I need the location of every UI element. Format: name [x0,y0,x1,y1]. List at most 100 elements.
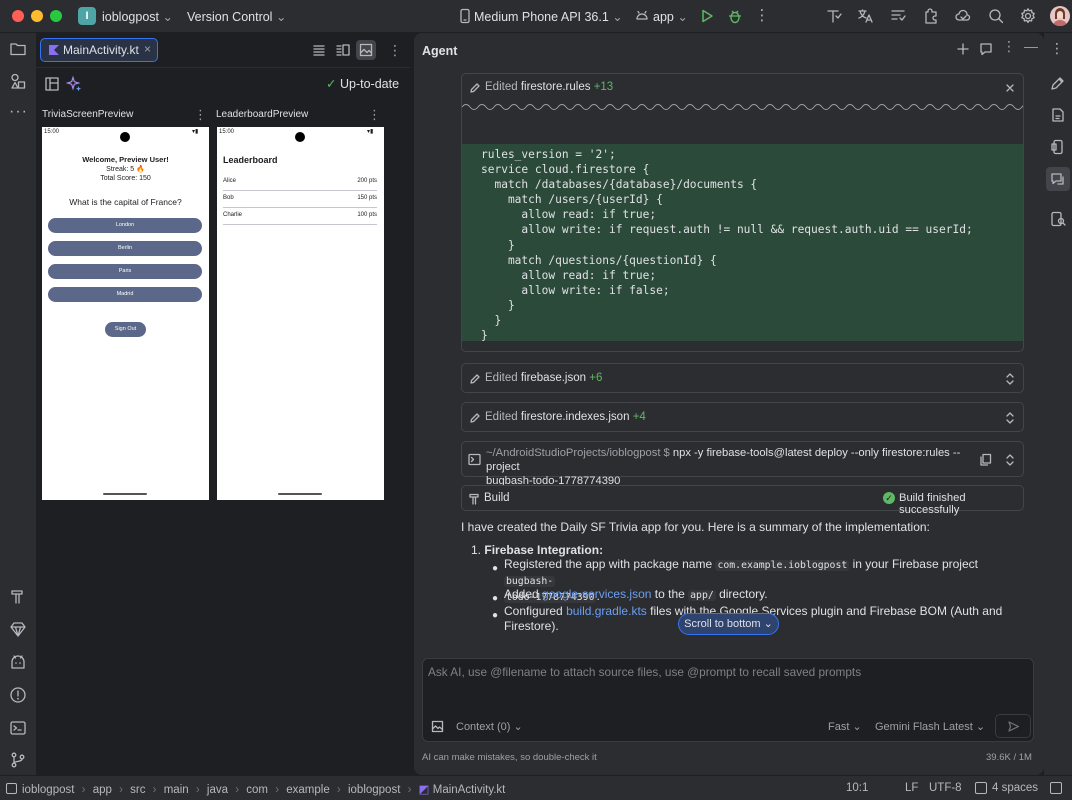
minimize-window-button[interactable] [31,10,43,22]
collapse-icon[interactable] [1003,81,1017,95]
trivia-screen-preview[interactable]: 15:00 ▾▮ Welcome, Preview User! Streak: … [42,127,209,500]
git-branch-icon[interactable] [9,751,27,769]
debug-button[interactable] [726,7,744,25]
ai-sparkle-icon[interactable] [66,76,82,92]
more-actions-icon[interactable]: ⋮ [753,7,771,25]
edited-file-card-firebase-json[interactable]: Edited firebase.json +6 [461,363,1024,393]
code-line: allow read: if true; [481,268,657,282]
run-config-selector[interactable]: app ⌄ [653,9,688,24]
breadcrumb-item[interactable]: com [246,784,268,796]
project-folder-icon[interactable] [9,40,27,58]
pencil-icon [470,374,480,384]
attach-image-icon[interactable] [431,720,444,733]
more-tools-icon[interactable]: ··· [9,103,28,121]
expand-icon[interactable] [1003,411,1017,425]
send-button[interactable] [995,714,1031,738]
tab-mainactivity[interactable]: MainActivity.kt × [40,38,158,62]
gemini-chat-icon[interactable] [1050,75,1066,91]
gradle-sync-icon[interactable] [825,7,843,25]
android-robot-icon[interactable] [9,653,27,671]
indent-setting[interactable]: 4 spaces [992,782,1038,794]
scroll-to-bottom-button[interactable]: Scroll to bottom ⌄ [678,613,779,635]
minimize-panel-icon[interactable]: — [1024,38,1038,54]
context-selector[interactable]: Context (0) ⌄ [456,720,523,733]
lock-file-icon[interactable] [1050,782,1062,794]
build-hammer-icon[interactable] [9,587,27,605]
search-icon[interactable] [987,7,1005,25]
prompt-input[interactable]: Ask AI, use @filename to attach source f… [428,665,861,679]
plugin-icon[interactable] [922,7,940,25]
option-button-madrid[interactable]: Madrid [48,287,202,302]
maximize-window-button[interactable] [50,10,62,22]
edited-file-card-indexes[interactable]: Edited firestore.indexes.json +4 [461,402,1024,432]
google-services-link[interactable]: google-services.json [542,587,651,601]
breadcrumb-item[interactable]: MainActivity.kt [433,784,506,796]
split-view-icon[interactable] [336,43,350,57]
panel-menu-icon[interactable]: ⋮ [1050,40,1064,57]
build-status-card[interactable]: Build ✓ Build finished successfully [461,485,1024,516]
breadcrumb-item[interactable]: java [207,784,228,796]
resource-manager-icon[interactable] [9,72,27,90]
translate-icon[interactable] [857,7,875,25]
line-ending[interactable]: LF [905,782,918,794]
user-avatar[interactable] [1050,6,1070,26]
leaderboard-title: Leaderboard [223,155,278,165]
option-button-london[interactable]: London [48,218,202,233]
tab-close-icon[interactable]: × [144,42,151,56]
leaderboard-preview[interactable]: 15:00 ▾▮ Leaderboard Alice 200 pts Bob 150… [217,127,384,500]
breadcrumb-item[interactable]: src [130,784,145,796]
diff-wavy-separator [462,104,1023,110]
code-line: } [481,329,488,343]
new-chat-icon[interactable] [956,42,970,56]
run-button[interactable] [698,7,716,25]
agent-panel: Agent ⋮ — Edited firestore.rules +13 rul… [414,33,1044,775]
vcs-menu[interactable]: Version Control ⌄ [187,9,286,24]
speed-selector[interactable]: Fast ⌄ [828,720,862,733]
file-encoding[interactable]: UTF-8 [929,782,962,794]
gem-icon[interactable] [9,620,27,638]
build-gradle-link[interactable]: build.gradle.kts [566,604,647,618]
preview1-more-icon[interactable]: ⋮ [194,107,207,123]
layout-inspector-icon[interactable] [889,7,907,25]
code-line: match /questions/{questionId} { [481,253,717,267]
breadcrumb-item[interactable]: ioblogpost [22,784,74,796]
cloud-sync-icon[interactable] [954,7,972,25]
option-button-berlin[interactable]: Berlin [48,241,202,256]
breadcrumb-item[interactable]: example [286,784,329,796]
copy-icon[interactable] [979,453,992,466]
close-window-button[interactable] [12,10,24,22]
terminal-command-card[interactable]: ~/AndroidStudioProjects/ioblogpost $ npx… [461,441,1024,487]
cursor-position[interactable]: 10:1 [846,782,868,794]
list-number: 1. [471,543,482,557]
card-filename: firebase.json [520,372,587,384]
preview2-more-icon[interactable]: ⋮ [368,107,381,123]
expand-icon[interactable] [1003,453,1017,467]
device-manager-icon[interactable] [1050,139,1066,155]
agent-more-icon[interactable]: ⋮ [1002,38,1016,55]
expand-icon[interactable] [1003,372,1017,386]
design-view-button[interactable] [356,40,376,60]
breadcrumb-item[interactable]: ioblogpost [348,784,400,796]
problems-icon[interactable] [9,686,27,704]
device-selector[interactable]: Medium Phone API 36.1 ⌄ [474,9,623,24]
editor-more-icon[interactable]: ⋮ [388,42,402,59]
card-header[interactable]: Edited firestore.rules +13 [462,74,1023,102]
prompt-input-box[interactable]: Ask AI, use @filename to attach source f… [422,658,1034,742]
terminal-icon[interactable] [9,719,27,737]
option-button-paris[interactable]: Paris [48,264,202,279]
sign-out-button[interactable]: Sign Out [105,322,146,337]
pencil-icon [470,83,480,93]
app-inspection-icon[interactable] [1050,211,1066,227]
chat-history-icon[interactable] [979,42,993,56]
preview-layout-icon[interactable] [44,76,60,92]
agent-panel-toggle[interactable] [1046,167,1070,191]
breadcrumb-item[interactable]: main [164,784,189,796]
card-verb: Edited [485,81,518,93]
gesture-bar [278,493,322,495]
code-view-icon[interactable] [312,43,326,57]
notes-icon[interactable] [1050,107,1066,123]
model-selector[interactable]: Gemini Flash Latest ⌄ [875,720,985,733]
breadcrumb-item[interactable]: app [93,784,112,796]
settings-gear-icon[interactable] [1019,7,1037,25]
project-selector[interactable]: ioblogpost ⌄ [102,9,173,24]
